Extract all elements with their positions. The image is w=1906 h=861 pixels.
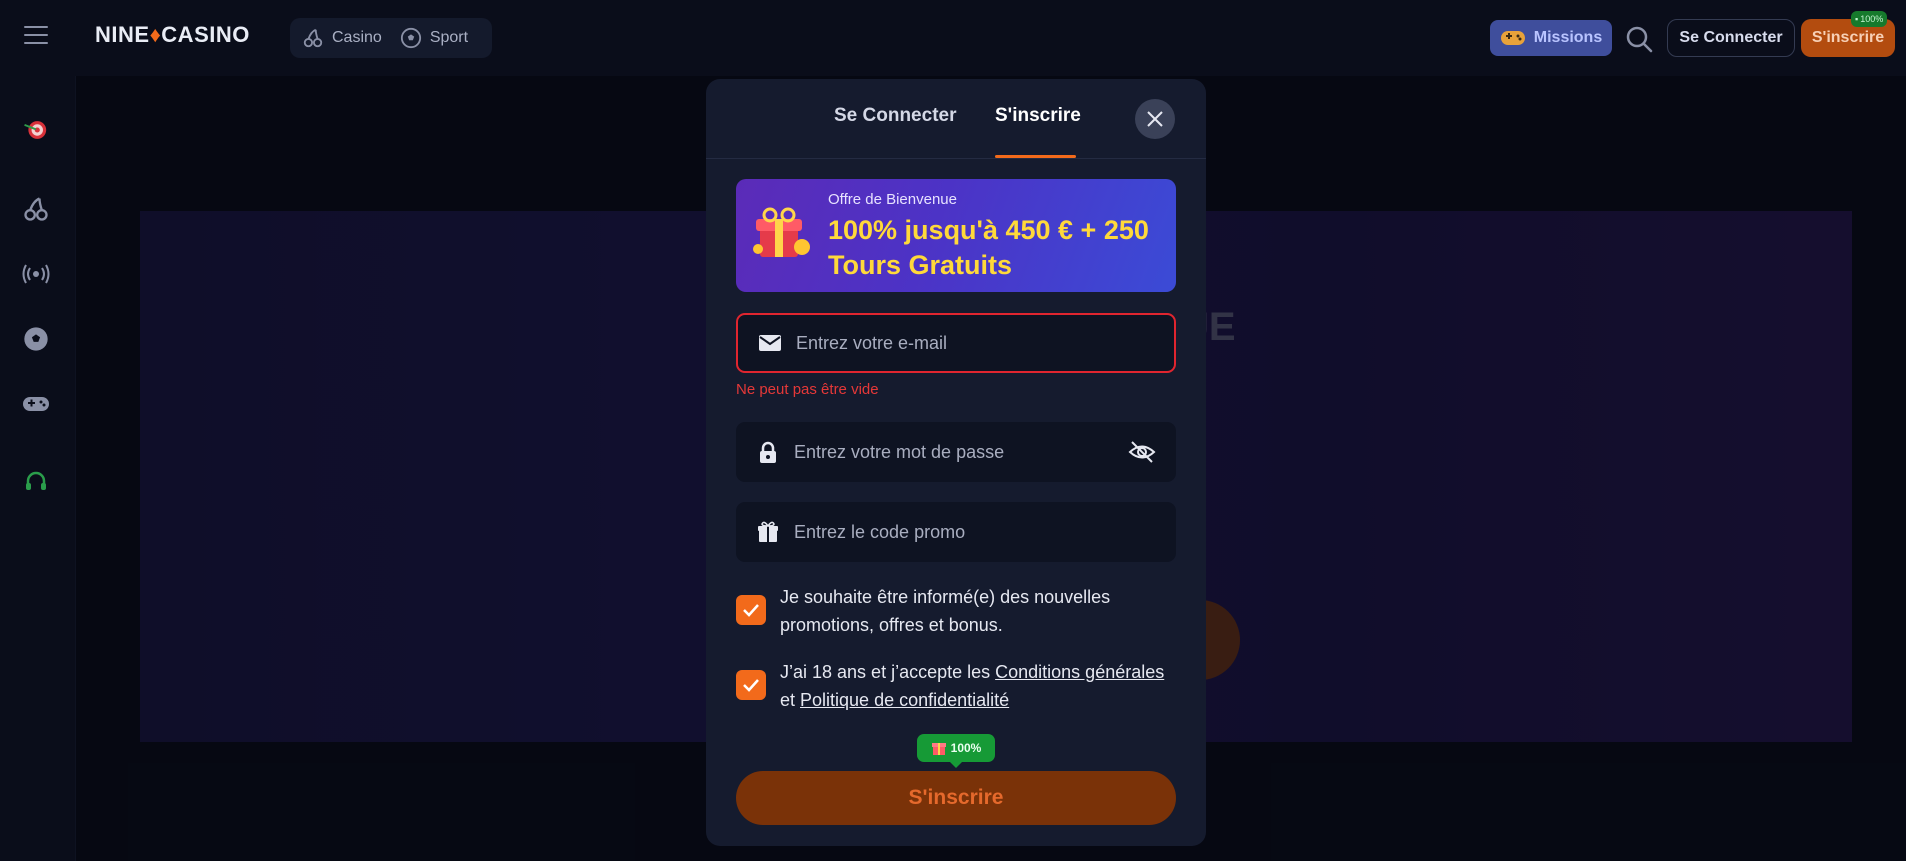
nav-casino[interactable]: Casino <box>302 27 382 49</box>
nav-casino-label: Casino <box>332 29 382 46</box>
email-input[interactable] <box>796 332 1116 354</box>
password-field <box>736 422 1176 482</box>
logo[interactable]: NINE♦CASINO <box>95 22 250 48</box>
signup-submit-button[interactable]: S'inscrire <box>736 771 1176 825</box>
newsletter-checkbox[interactable] <box>736 595 766 625</box>
logo-text-casino: CASINO <box>161 22 250 47</box>
nav-sport[interactable]: Sport <box>400 27 468 49</box>
terms-prefix: J’ai 18 ans et j’accepte les <box>780 662 996 682</box>
terms-link[interactable]: Conditions générales <box>995 662 1164 682</box>
promo-code-field <box>736 502 1176 562</box>
missions-label: Missions <box>1533 29 1603 46</box>
top-bar: NINE♦CASINO Casino Sport Missions Se Con… <box>0 0 1906 76</box>
live-broadcast-icon[interactable] <box>20 258 52 290</box>
terms-consent-text: J’ai 18 ans et j’accepte les Conditions … <box>780 658 1176 714</box>
tab-signup[interactable]: S'inscrire <box>995 105 1081 127</box>
tab-login[interactable]: Se Connecter <box>834 105 956 127</box>
main-nav: Casino Sport <box>290 18 492 58</box>
flame-icon: ♦ <box>149 22 162 47</box>
logo-text-nine: NINE <box>95 22 150 47</box>
close-icon[interactable] <box>1135 99 1175 139</box>
auth-tabs: Se Connecter S'inscrire <box>706 79 1206 159</box>
gift-icon: ▪ <box>1855 14 1859 24</box>
soccer-ball-icon[interactable] <box>20 323 52 355</box>
signup-badge-text: 100% <box>1860 14 1884 24</box>
lock-icon <box>760 441 776 463</box>
gift-box-icon <box>753 207 810 257</box>
gift-icon <box>931 743 946 755</box>
nav-sport-label: Sport <box>429 29 469 46</box>
search-icon[interactable] <box>1624 24 1654 54</box>
offer-text: 100% jusqu'à 450 € + 250 Tours Gratuits <box>828 215 1149 280</box>
welcome-offer-banner: Offre de Bienvenue 100% jusqu'à 450 € + … <box>736 179 1176 292</box>
header-login-button[interactable]: Se Connecter <box>1667 19 1795 57</box>
cherry-icon <box>303 28 323 48</box>
gamepad-icon[interactable] <box>20 388 52 420</box>
sidebar <box>0 76 76 861</box>
terms-middle: et <box>780 690 801 710</box>
cherry-icon[interactable] <box>20 193 52 225</box>
active-tab-indicator <box>995 155 1076 158</box>
terms-checkbox[interactable] <box>736 670 766 700</box>
gift-icon <box>758 521 778 542</box>
newsletter-consent: Je souhaite être informé(e) des nouvelle… <box>736 583 1176 643</box>
support-headset-icon[interactable] <box>20 466 52 498</box>
missions-button[interactable]: Missions <box>1490 20 1612 56</box>
terms-consent: J’ai 18 ans et j’accepte les Conditions … <box>736 658 1176 718</box>
soccer-ball-icon <box>400 27 421 49</box>
target-dart-icon[interactable] <box>14 108 58 152</box>
newsletter-consent-text: Je souhaite être informé(e) des nouvelle… <box>780 587 1111 635</box>
privacy-link[interactable]: Politique de confidentialité <box>800 690 1009 710</box>
bonus-percent-text: 100% <box>950 741 982 755</box>
offer-title: Offre de Bienvenue <box>828 191 957 208</box>
bonus-percent-badge: 100% <box>917 734 995 768</box>
envelope-icon <box>759 335 781 351</box>
email-field <box>736 313 1176 373</box>
menu-icon[interactable] <box>24 26 48 46</box>
signup-modal: Se Connecter S'inscrire Offre de Bienven… <box>706 79 1206 846</box>
email-error-message: Ne peut pas être vide <box>736 381 879 398</box>
promo-code-input[interactable] <box>794 521 1114 543</box>
hide-password-icon[interactable] <box>1128 439 1156 465</box>
signup-bonus-badge: ▪ 100% <box>1851 11 1888 27</box>
password-input[interactable] <box>794 441 1114 463</box>
gamepad-icon <box>1500 31 1525 45</box>
